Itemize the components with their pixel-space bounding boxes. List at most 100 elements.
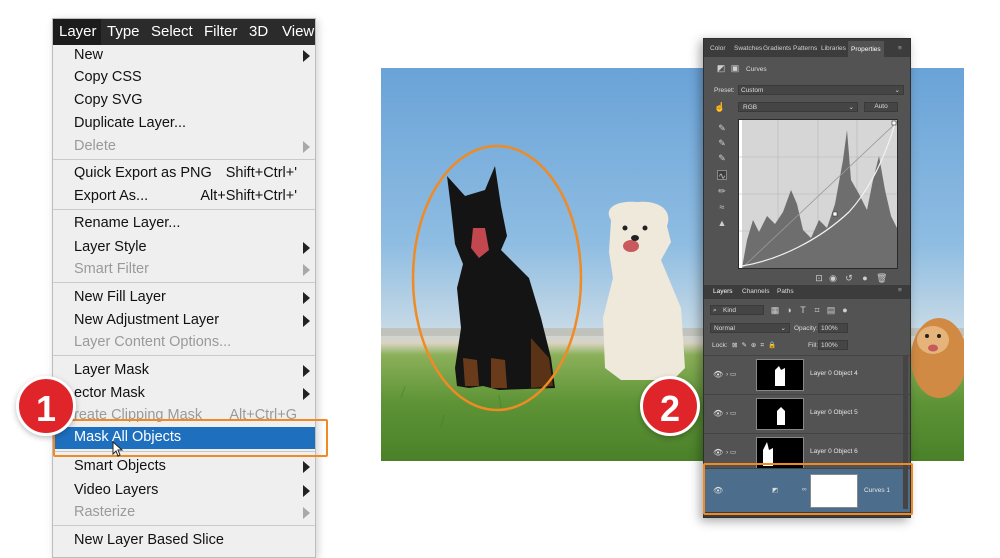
menu-item-smart-objects[interactable]: Smart Objects [53, 456, 315, 478]
menu-item-duplicate-layer[interactable]: Duplicate Layer... [53, 113, 315, 135]
menu-item-new-fill-layer[interactable]: New Fill Layer [53, 287, 315, 309]
filter-toggle-icon[interactable]: ● [840, 305, 850, 315]
mask-icon[interactable]: ▣ [730, 63, 740, 73]
submenu-arrow-icon [303, 141, 310, 153]
kind-filter-dropdown[interactable]: ⌕ Kind [710, 305, 764, 315]
fill-label: Fill: [808, 342, 819, 349]
menu-item-delete[interactable]: Delete [53, 136, 315, 158]
reset-icon[interactable]: ↺ [844, 273, 854, 283]
tab-gradients[interactable]: Gradients [763, 45, 791, 52]
panel-menu-icon[interactable]: ≡ [898, 45, 902, 52]
preset-dropdown[interactable]: Custom ⌄ [738, 85, 904, 95]
layer-row[interactable]: 👁 › ▭ Layer 0 Object 4 [704, 355, 910, 393]
filter-shape-icon[interactable]: ⌗ [812, 305, 822, 315]
menu-item-new[interactable]: New [53, 45, 315, 67]
submenu-arrow-icon [303, 507, 310, 519]
menu-separator [53, 209, 315, 210]
menu-separator [53, 159, 315, 160]
delete-icon[interactable]: 🗑 [876, 273, 887, 283]
mask-all-objects-callout [53, 419, 328, 457]
curve-point-tool-icon[interactable]: ∿ [717, 170, 727, 181]
menu-item-copy-svg[interactable]: Copy SVG [53, 90, 315, 112]
menu-item-layer-content-options[interactable]: Layer Content Options... [53, 332, 315, 354]
black-eyedropper-icon[interactable]: ✎ [717, 123, 727, 133]
white-eyedropper-icon[interactable]: ✎ [717, 153, 727, 163]
submenu-arrow-icon [303, 365, 310, 377]
tab-color[interactable]: Color [710, 45, 726, 52]
tutorial-figure: Layer Type Select Filter 3D View New Cop… [0, 0, 1000, 558]
filter-smart-object-icon[interactable]: ▤ [826, 305, 836, 315]
menu-item-rename-layer[interactable]: Rename Layer... [53, 213, 315, 235]
black-dog [447, 166, 555, 390]
clipping-warning-icon[interactable]: ▲ [717, 218, 727, 228]
menu-item-layer-style[interactable]: Layer Style [53, 237, 315, 259]
curves-layer-callout [703, 463, 913, 515]
folder-icon: › ▭ [726, 410, 737, 417]
menu-item-copy-css[interactable]: Copy CSS [53, 67, 315, 89]
tab-swatches[interactable]: Swatches [734, 45, 762, 52]
menu-item-new-adjustment-layer[interactable]: New Adjustment Layer [53, 310, 315, 332]
layer-mask-thumbnail [756, 398, 804, 430]
menu-item-smart-filter[interactable]: Smart Filter [53, 259, 315, 281]
menu-item-rasterize[interactable]: Rasterize [53, 502, 315, 524]
submenu-arrow-icon [303, 461, 310, 473]
clip-to-layer-icon[interactable]: ⊡ [814, 273, 824, 283]
step-1-badge: 1 [16, 376, 76, 436]
folder-icon: › ▭ [726, 371, 737, 378]
chevron-down-icon: ⌄ [848, 104, 854, 111]
tab-layers[interactable]: Layers [713, 288, 733, 295]
menu-item-video-layers[interactable]: Video Layers [53, 480, 315, 502]
chevron-down-icon: ⌄ [894, 87, 900, 94]
fill-field[interactable]: 100% [818, 340, 848, 350]
gray-eyedropper-icon[interactable]: ✎ [717, 138, 727, 148]
targeted-adjustment-icon[interactable]: ☝ [714, 102, 725, 112]
layer-mask-thumbnail [756, 359, 804, 391]
menu-item-new-layer-based-slice[interactable]: New Layer Based Slice [53, 530, 315, 552]
layers-menu-icon[interactable]: ≡ [898, 287, 902, 294]
opacity-label: Opacity: [794, 325, 818, 332]
tab-libraries[interactable]: Libraries [821, 45, 846, 52]
tab-paths[interactable]: Paths [777, 288, 794, 295]
layer-row[interactable]: 👁 › ▭ Layer 0 Object 5 [704, 394, 910, 432]
filter-adjustment-icon[interactable]: ◑ [784, 305, 794, 315]
menubar-filter[interactable]: Filter [204, 23, 237, 40]
eye-icon[interactable]: 👁 [713, 448, 723, 457]
opacity-field[interactable]: 100% [818, 323, 848, 333]
submenu-arrow-icon [303, 292, 310, 304]
menubar-layer[interactable]: Layer [53, 19, 101, 45]
eye-icon[interactable]: 👁 [713, 370, 723, 379]
view-previous-icon[interactable]: ◉ [828, 273, 838, 283]
tab-channels[interactable]: Channels [742, 288, 769, 295]
tab-patterns[interactable]: Patterns [793, 45, 817, 52]
channel-dropdown[interactable]: RGB ⌄ [738, 102, 858, 112]
menubar-3d[interactable]: 3D [249, 23, 268, 40]
menubar-type[interactable]: Type [107, 23, 140, 40]
curves-histogram [739, 120, 898, 269]
curves-graph[interactable] [738, 119, 898, 269]
menu-item-export-as[interactable]: Export As... Alt+Shift+Ctrl+' [53, 186, 315, 208]
filter-pixel-icon[interactable]: ▦ [770, 305, 780, 315]
menubar-select[interactable]: Select [151, 23, 193, 40]
step-2-badge: 2 [640, 376, 700, 436]
visibility-icon[interactable]: ● [860, 273, 870, 283]
submenu-arrow-icon [303, 242, 310, 254]
smooth-icon[interactable]: ≈ [717, 202, 727, 212]
menu-separator [53, 355, 315, 356]
preset-label: Preset: [714, 87, 735, 94]
menu-item-quick-export-png[interactable]: Quick Export as PNG Shift+Ctrl+' [53, 163, 315, 185]
lock-icons[interactable]: ⊠✎⊕⌗🔒 [732, 341, 780, 350]
pencil-icon[interactable]: ✏ [717, 186, 727, 196]
menu-item-layer-mask[interactable]: Layer Mask [53, 360, 315, 382]
mouse-cursor-icon [112, 441, 124, 457]
folder-icon: › ▭ [726, 449, 737, 456]
menubar-view[interactable]: View [282, 23, 314, 40]
tab-properties[interactable]: Properties [848, 41, 884, 57]
menu-item-vector-mask[interactable]: ector Mask [53, 383, 315, 405]
blend-mode-dropdown[interactable]: Normal ⌄ [710, 323, 790, 333]
white-dog [603, 201, 685, 380]
layer-menu: Layer Type Select Filter 3D View New Cop… [52, 18, 316, 558]
eye-icon[interactable]: 👁 [713, 409, 723, 418]
filter-type-icon[interactable]: T [798, 305, 808, 315]
auto-button[interactable]: Auto [864, 102, 898, 112]
layers-tab-bar: Layers Channels Paths ≡ [704, 285, 910, 299]
